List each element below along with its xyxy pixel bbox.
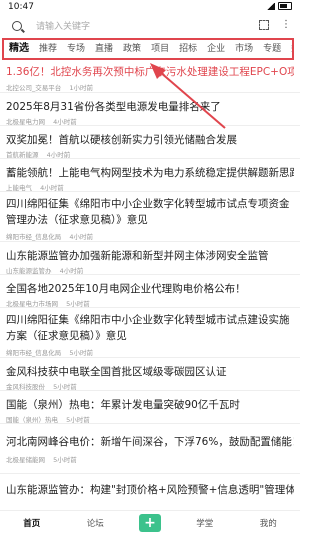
signal-icon bbox=[267, 2, 275, 10]
list-item[interactable]: 双奖加冕！首航以硬核创新实力引领光储融合发展 首航新能源 4小时前 bbox=[0, 126, 300, 159]
nav-mine[interactable]: 我的 bbox=[237, 517, 301, 529]
news-title: 双奖加冕！首航以硬核创新实力引领光储融合发展 bbox=[6, 134, 237, 146]
tab-policy[interactable]: 政策 bbox=[118, 40, 146, 58]
news-meta: 北控公司_交易平台 1小时前 bbox=[6, 82, 99, 92]
news-time: 4小时前 bbox=[46, 151, 71, 159]
news-time: 5小时前 bbox=[66, 416, 90, 424]
news-time: 4小时前 bbox=[59, 267, 84, 275]
news-meta: 北极星电力网 4小时前 bbox=[6, 116, 83, 126]
list-item[interactable]: 1.36亿！北控水务再次预中标广东污水处理建设工程EPC+O项目总承包 北控公司… bbox=[0, 62, 300, 93]
news-source: 北极星电力网 bbox=[6, 118, 45, 126]
header-icons: ⋮ bbox=[258, 19, 292, 31]
status-time: 10:47 bbox=[8, 2, 34, 12]
tab-special[interactable]: 专场 bbox=[62, 40, 90, 58]
scan-icon[interactable] bbox=[258, 19, 270, 31]
news-time: 5小时前 bbox=[53, 383, 77, 391]
nav-study[interactable]: 学堂 bbox=[173, 517, 237, 529]
search-box[interactable] bbox=[6, 17, 246, 37]
news-source: 国能（泉州）热电 bbox=[6, 416, 58, 424]
add-button[interactable]: + bbox=[139, 513, 161, 532]
news-meta: 绵阳市经_信息化局 4小时前 bbox=[6, 231, 99, 241]
category-tabs: 精选 推荐 专场 直播 政策 项目 招标 企业 市场 专题 数据 bbox=[2, 38, 294, 60]
news-time: 5小时前 bbox=[53, 456, 77, 464]
news-title: 2025年8月31省份各类型电源发电量排名来了 bbox=[6, 101, 221, 113]
news-meta: 首航新能源 4小时前 bbox=[6, 149, 76, 159]
news-source: 北极星储能网 bbox=[6, 456, 45, 464]
news-title: 河北南网峰谷电价：新增午间深谷，下浮76%，鼓励配置储能！ bbox=[6, 436, 294, 448]
news-source: 绵阳市经_信息化局 bbox=[6, 233, 62, 241]
tab-project[interactable]: 项目 bbox=[146, 40, 174, 58]
news-title: 蓄能领航！上能电气构网型技术为电力系统稳定提供解题新思路 bbox=[6, 167, 294, 179]
tab-featured[interactable]: 精选 bbox=[4, 40, 34, 58]
news-title: 金风科技获中电联全国首批区域级零碳园区认证 bbox=[6, 366, 227, 378]
list-item[interactable]: 国能（泉州）热电：年累计发电量突破90亿千瓦时 国能（泉州）热电 5小时前 bbox=[0, 391, 300, 424]
news-meta: 北极星电力市场网 5小时前 bbox=[6, 298, 96, 308]
nav-forum[interactable]: 论坛 bbox=[64, 517, 128, 529]
news-time: 4小时前 bbox=[69, 233, 93, 241]
list-item[interactable]: 蓄能领航！上能电气构网型技术为电力系统稳定提供解题新思路 上能电气 4小时前 bbox=[0, 159, 300, 192]
news-meta: 金风科技股份 5小时前 bbox=[6, 381, 83, 391]
status-icons bbox=[267, 2, 292, 10]
list-item[interactable]: 2025年8月31省份各类型电源发电量排名来了 北极星电力网 4小时前 bbox=[0, 93, 300, 126]
news-source: 上能电气 bbox=[6, 184, 32, 192]
news-title: 1.36亿！北控水务再次预中标广东污水处理建设工程EPC+O项目总承包 bbox=[6, 66, 294, 78]
news-source: 首航新能源 bbox=[6, 151, 39, 159]
list-item[interactable]: 河北南网峰谷电价：新增午间深谷，下浮76%，鼓励配置储能！ 北极星储能网 5小时… bbox=[0, 424, 300, 474]
news-source: 山东能源监管办 bbox=[6, 267, 52, 275]
tab-enterprise[interactable]: 企业 bbox=[202, 40, 230, 58]
news-meta: 国能（泉州）热电 5小时前 bbox=[6, 414, 96, 424]
search-icon bbox=[10, 19, 26, 35]
news-title: 全国各地2025年10月电网企业代理购电价格公布！ bbox=[6, 283, 246, 295]
news-title: 山东能源监管办加强新能源和新型并网主体涉网安全监管 bbox=[6, 250, 269, 262]
news-title: 四川绵阳征集《绵阳市中小企业数字化转型城市试点专项资金管理办法（征求意见稿）》意… bbox=[6, 198, 290, 226]
list-item[interactable]: 四川绵阳征集《绵阳市中小企业数字化转型城市试点专项资金管理办法（征求意见稿）》意… bbox=[0, 192, 300, 242]
news-meta: 山东能源监管办 4小时前 bbox=[6, 265, 89, 275]
list-item[interactable]: 山东能源监管办加强新能源和新型并网主体涉网安全监管 山东能源监管办 4小时前 bbox=[0, 242, 300, 275]
news-meta: 北极星储能网 5小时前 bbox=[6, 454, 83, 464]
nav-home[interactable]: 首页 bbox=[0, 517, 64, 529]
list-item[interactable]: 四川绵阳征集《绵阳市中小企业数字化转型城市试点建设实施方案（征求意见稿）》意见 … bbox=[0, 308, 300, 358]
news-time: 1小时前 bbox=[69, 84, 93, 92]
news-meta: 上能电气 4小时前 bbox=[6, 182, 70, 192]
search-input[interactable] bbox=[34, 21, 218, 33]
news-title: 四川绵阳征集《绵阳市中小企业数字化转型城市试点建设实施方案（征求意见稿）》意见 bbox=[6, 314, 290, 342]
battery-icon bbox=[278, 2, 292, 10]
news-time: 4小时前 bbox=[53, 118, 77, 126]
bottom-nav: 首页 论坛 + 学堂 我的 bbox=[0, 510, 300, 533]
tab-live[interactable]: 直播 bbox=[90, 40, 118, 58]
tab-market[interactable]: 市场 bbox=[230, 40, 258, 58]
news-meta: 绵阳市经_信息化局 5小时前 bbox=[6, 347, 99, 357]
status-bar: 10:47 bbox=[0, 0, 300, 14]
news-title: 国能（泉州）热电：年累计发电量突破90亿千瓦时 bbox=[6, 399, 240, 411]
news-time: 5小时前 bbox=[69, 349, 93, 357]
news-title: 山东能源监管办：构建"封顶价格+风险预警+信息透明"管理体系 促进山东 bbox=[6, 484, 294, 496]
more-icon[interactable]: ⋮ bbox=[280, 19, 292, 31]
news-source: 北极星电力市场网 bbox=[6, 300, 58, 308]
list-item[interactable]: 全国各地2025年10月电网企业代理购电价格公布！ 北极星电力市场网 5小时前 bbox=[0, 275, 300, 308]
tab-topic[interactable]: 专题 bbox=[258, 40, 286, 58]
list-item[interactable]: 金风科技获中电联全国首批区域级零碳园区认证 金风科技股份 5小时前 bbox=[0, 358, 300, 391]
news-source: 绵阳市经_信息化局 bbox=[6, 349, 62, 357]
news-time: 4小时前 bbox=[40, 184, 64, 192]
news-source: 金风科技股份 bbox=[6, 383, 45, 391]
tab-data[interactable]: 数据 bbox=[286, 40, 292, 58]
tab-recommend[interactable]: 推荐 bbox=[34, 40, 62, 58]
news-source: 北控公司_交易平台 bbox=[6, 84, 62, 92]
news-time: 5小时前 bbox=[66, 300, 90, 308]
list-item[interactable]: 山东能源监管办：构建"封顶价格+风险预警+信息透明"管理体系 促进山东 bbox=[0, 474, 300, 510]
screen: 10:47 ⋮ 精选 推荐 专场 直播 政策 项目 招标 企业 市场 专题 数据 bbox=[0, 0, 300, 533]
tab-bidding[interactable]: 招标 bbox=[174, 40, 202, 58]
